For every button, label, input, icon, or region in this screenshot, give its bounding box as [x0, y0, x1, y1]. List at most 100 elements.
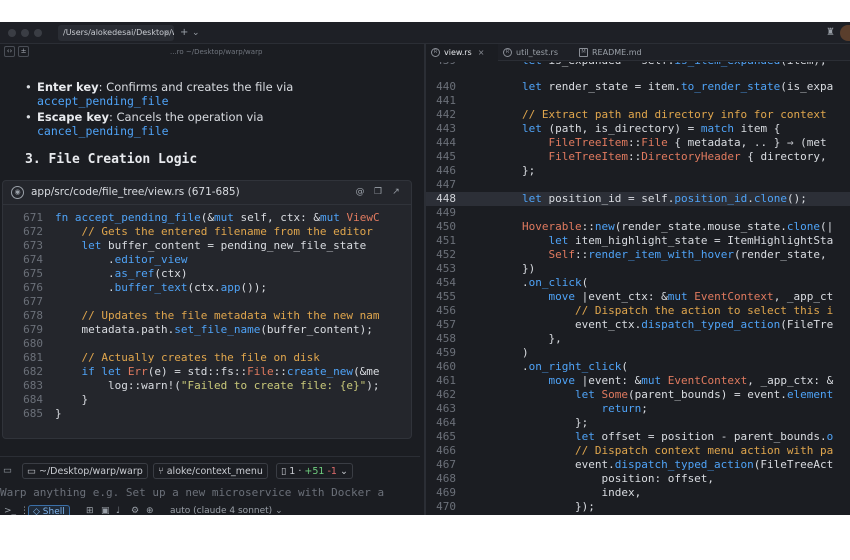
line-number: 451: [436, 234, 456, 247]
prompt-input[interactable]: Warp anything e.g. Set up a new microser…: [0, 486, 384, 499]
add-context-icon[interactable]: ⊕: [146, 506, 154, 515]
diff-chip[interactable]: ▯ 1 · +51 -1 ⌄: [276, 463, 353, 479]
code-token: dispatch_typed_action: [614, 458, 754, 471]
code-token: (is_expa: [780, 80, 834, 93]
split-icon[interactable]: ±: [18, 46, 29, 57]
branch-chip[interactable]: ⑂ aloke/context_menu: [153, 463, 268, 479]
folder-icon: ▭: [27, 466, 39, 477]
attach-icon[interactable]: ⊞: [86, 506, 94, 515]
code-token: (: [581, 276, 589, 289]
image-icon[interactable]: ▣: [101, 506, 110, 515]
code-token: return: [522, 402, 642, 415]
code-snippet-title[interactable]: app/src/code/file_tree/view.rs (671-685): [31, 186, 240, 198]
section-heading: 3. File Creation Logic: [25, 152, 198, 167]
directory-label: ~/Desktop/warp/warp: [39, 466, 143, 477]
line-number: 465: [436, 430, 456, 443]
escape-key-text: : Cancels the operation via: [108, 110, 264, 124]
model-label: auto (claude 4 sonnet): [170, 506, 273, 515]
terminal-mode-icon[interactable]: >_: [4, 506, 16, 515]
code-token: (render_state,: [733, 248, 827, 261]
code-token: , _app_ct: [773, 290, 834, 303]
copy-icon[interactable]: ❐: [373, 187, 383, 197]
code-token: as_ref: [114, 267, 155, 280]
code-snippet-body: 671 fn accept_pending_file(&mut self, ctx…: [3, 211, 411, 421]
pane-path-label: ...ro ~/Desktop/warp/warp: [170, 48, 263, 56]
avatar[interactable]: [840, 25, 850, 41]
code-token: , _app_ctx: &: [747, 374, 834, 387]
line-number: 685: [23, 407, 43, 420]
enter-key-text: : Confirms and creates the file via: [98, 80, 294, 94]
deletions-count: -1: [327, 466, 337, 477]
close-window-button[interactable]: [8, 29, 16, 37]
microphone-icon[interactable]: ♩: [116, 506, 120, 515]
line-number: 464: [436, 416, 456, 429]
tab-util-test-rs[interactable]: R util_test.rs: [498, 44, 570, 61]
close-icon[interactable]: ×: [478, 48, 485, 57]
warp-agent-icon[interactable]: ♜: [826, 26, 835, 40]
line-number: 443: [436, 122, 456, 135]
code-token: to_render_state: [680, 80, 781, 93]
shell-mode-toggle[interactable]: ◇ Shell: [28, 505, 70, 515]
close-icon[interactable]: ×: [163, 25, 170, 41]
line-number: 440: [436, 80, 456, 93]
code-editor[interactable]: 440 let render_state = item.to_render_sta…: [426, 80, 850, 515]
chevron-down-icon: ⌄: [275, 506, 283, 515]
code-token: metadata.path.: [55, 323, 175, 336]
new-tab-button[interactable]: +: [180, 26, 188, 40]
model-selector[interactable]: auto (claude 4 sonnet) ⌄: [170, 506, 283, 515]
maximize-window-button[interactable]: [34, 29, 42, 37]
code-token: .: [55, 267, 115, 280]
code-token: },: [522, 332, 562, 345]
snippet-code-line: 676 .buffer_text(ctx.app());: [3, 281, 411, 295]
code-token: (item);: [780, 62, 826, 67]
chevron-down-icon[interactable]: ⌄: [192, 26, 200, 40]
editor-code-line: 443 let (path, is_directory) = match item…: [426, 122, 850, 136]
at-mention-icon[interactable]: @: [355, 187, 365, 197]
editor-code-line: 464 };: [426, 416, 850, 430]
code-snippet-header: ◉ app/src/code/file_tree/view.rs (671-68…: [3, 181, 411, 205]
line-number: 683: [23, 379, 43, 392]
agent-pane: ‹› ± ...ro ~/Desktop/warp/warp • Enter ke…: [0, 44, 420, 515]
code-token: let: [522, 80, 549, 93]
github-icon: ◉: [11, 186, 24, 199]
code-token: ): [522, 346, 529, 359]
settings-icon[interactable]: ⚙: [131, 506, 139, 515]
editor-partial-line: 439 let is_expanded = self.is_item_expand…: [426, 62, 850, 76]
minimize-window-button[interactable]: [21, 29, 29, 37]
code-token: o: [826, 430, 834, 443]
line-number: 448: [436, 192, 456, 205]
line-number: 682: [23, 365, 43, 378]
rust-file-icon: R: [503, 48, 512, 57]
snippet-code-line: 672 // Gets the entered filename from th…: [3, 225, 411, 239]
code-token: buffer_text: [114, 281, 188, 294]
code-token: (FileTreeAct: [753, 458, 834, 471]
code-token: );: [366, 379, 380, 392]
code-token: // Extract path and directory info for c…: [522, 108, 827, 121]
line-number: 675: [23, 267, 43, 280]
line-number: 674: [23, 253, 43, 266]
code-token: File: [247, 365, 274, 378]
code-token: { directory,: [740, 150, 827, 163]
tab-readme-md[interactable]: M README.md: [574, 44, 664, 61]
tab-view-rs[interactable]: R view.rs ×: [426, 44, 498, 61]
line-number: 467: [436, 458, 456, 471]
line-number: 466: [436, 444, 456, 457]
cancel-pending-file-code: cancel_pending_file: [37, 124, 169, 138]
line-number: 471: [426, 514, 456, 515]
code-token: index,: [522, 486, 642, 499]
code-token: move: [522, 374, 582, 387]
line-number: 441: [436, 94, 456, 107]
code-icon[interactable]: ‹›: [4, 46, 15, 57]
chevron-down-icon: ⌄: [340, 466, 348, 477]
code-token: (e) = std::fs::: [147, 365, 248, 378]
code-token: editor_view: [114, 253, 188, 266]
editor-code-line: 463 return;: [426, 402, 850, 416]
chat-icon[interactable]: ▭: [3, 463, 12, 479]
editor-code-line: 460 .on_right_click(: [426, 360, 850, 374]
terminal-tab[interactable]: /Users/alokedesai/Desktop/warp ×: [58, 25, 174, 41]
directory-chip[interactable]: ▭ ~/Desktop/warp/warp: [22, 463, 148, 479]
code-token: let: [522, 430, 602, 443]
code-token: let: [522, 122, 549, 135]
open-external-icon[interactable]: ↗: [391, 187, 401, 197]
code-token: app: [220, 281, 241, 294]
